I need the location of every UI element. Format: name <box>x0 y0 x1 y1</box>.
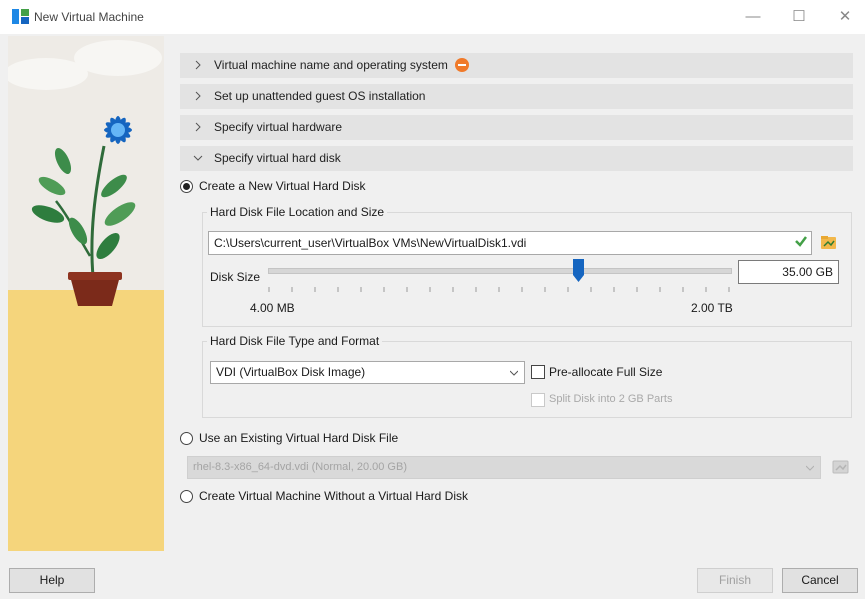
radio-create-new-disk[interactable] <box>180 180 193 193</box>
virtualbox-icon <box>12 9 29 24</box>
close-button[interactable]: ✕ <box>827 6 863 28</box>
chevron-down-icon <box>510 370 518 376</box>
warning-icon <box>455 58 470 72</box>
chevron-down-icon <box>806 465 814 471</box>
section-virtual-hardware[interactable]: Specify virtual hardware <box>180 115 853 140</box>
radio-no-disk[interactable] <box>180 490 193 503</box>
help-button[interactable]: Help <box>9 568 95 593</box>
section-label: Specify virtual hardware <box>214 120 343 134</box>
disk-size-slider-thumb[interactable] <box>572 259 584 282</box>
slider-max-label: 2.00 TB <box>691 301 733 315</box>
radio-use-existing-disk[interactable] <box>180 432 193 445</box>
maximize-button[interactable]: ☐ <box>781 6 817 28</box>
disk-format-combo[interactable]: VDI (VirtualBox Disk Image) <box>210 361 525 384</box>
create-new-disk-label: Create a New Virtual Hard Disk <box>199 179 366 193</box>
disk-size-input[interactable]: 35.00 GB <box>738 260 839 284</box>
section-label: Virtual machine name and operating syste… <box>214 58 448 72</box>
minimize-button[interactable]: — <box>735 6 771 28</box>
existing-disk-combo[interactable]: rhel-8.3-x86_64-dvd.vdi (Normal, 20.00 G… <box>187 456 821 479</box>
section-label: Specify virtual hard disk <box>214 151 341 165</box>
check-icon <box>795 236 807 247</box>
no-disk-label: Create Virtual Machine Without a Virtual… <box>199 489 469 503</box>
window-title: New Virtual Machine <box>34 10 144 24</box>
split-disk-checkbox[interactable] <box>531 393 545 407</box>
title-bar: New Virtual Machine — ☐ ✕ <box>0 0 865 34</box>
use-existing-disk-label: Use an Existing Virtual Hard Disk File <box>199 431 399 445</box>
folder-browse-icon[interactable] <box>820 234 837 251</box>
split-disk-label: Split Disk into 2 GB Parts <box>549 393 673 405</box>
cancel-button[interactable]: Cancel <box>782 568 858 593</box>
disk-path-input[interactable]: C:\Users\current_user\VirtualBox VMs\New… <box>208 231 812 255</box>
disk-format-selected: VDI (VirtualBox Disk Image) <box>216 365 366 379</box>
section-label: Set up unattended guest OS installation <box>214 89 426 103</box>
disk-size-label: Disk Size <box>210 270 261 284</box>
preallocate-label: Pre-allocate Full Size <box>549 365 663 379</box>
dialog-footer: Help Finish Cancel <box>0 560 865 599</box>
section-name-and-os[interactable]: Virtual machine name and operating syste… <box>180 53 853 78</box>
section-unattended-install[interactable]: Set up unattended guest OS installation <box>180 84 853 109</box>
slider-min-label: 4.00 MB <box>250 301 295 315</box>
location-size-group-title: Hard Disk File Location and Size <box>207 205 388 219</box>
chevron-down-icon <box>193 155 203 161</box>
type-format-group-title: Hard Disk File Type and Format <box>207 334 383 348</box>
chevron-right-icon <box>195 122 201 132</box>
disk-size-slider-track[interactable] <box>268 268 732 274</box>
preallocate-checkbox[interactable] <box>531 365 545 379</box>
finish-button[interactable]: Finish <box>697 568 773 593</box>
existing-disk-selected: rhel-8.3-x86_64-dvd.vdi (Normal, 20.00 G… <box>193 461 407 473</box>
chevron-right-icon <box>195 91 201 101</box>
wizard-illustration <box>8 36 164 551</box>
section-virtual-hard-disk[interactable]: Specify virtual hard disk <box>180 146 853 171</box>
folder-browse-icon[interactable] <box>832 458 849 475</box>
slider-ticks <box>268 287 730 292</box>
chevron-right-icon <box>195 60 201 70</box>
